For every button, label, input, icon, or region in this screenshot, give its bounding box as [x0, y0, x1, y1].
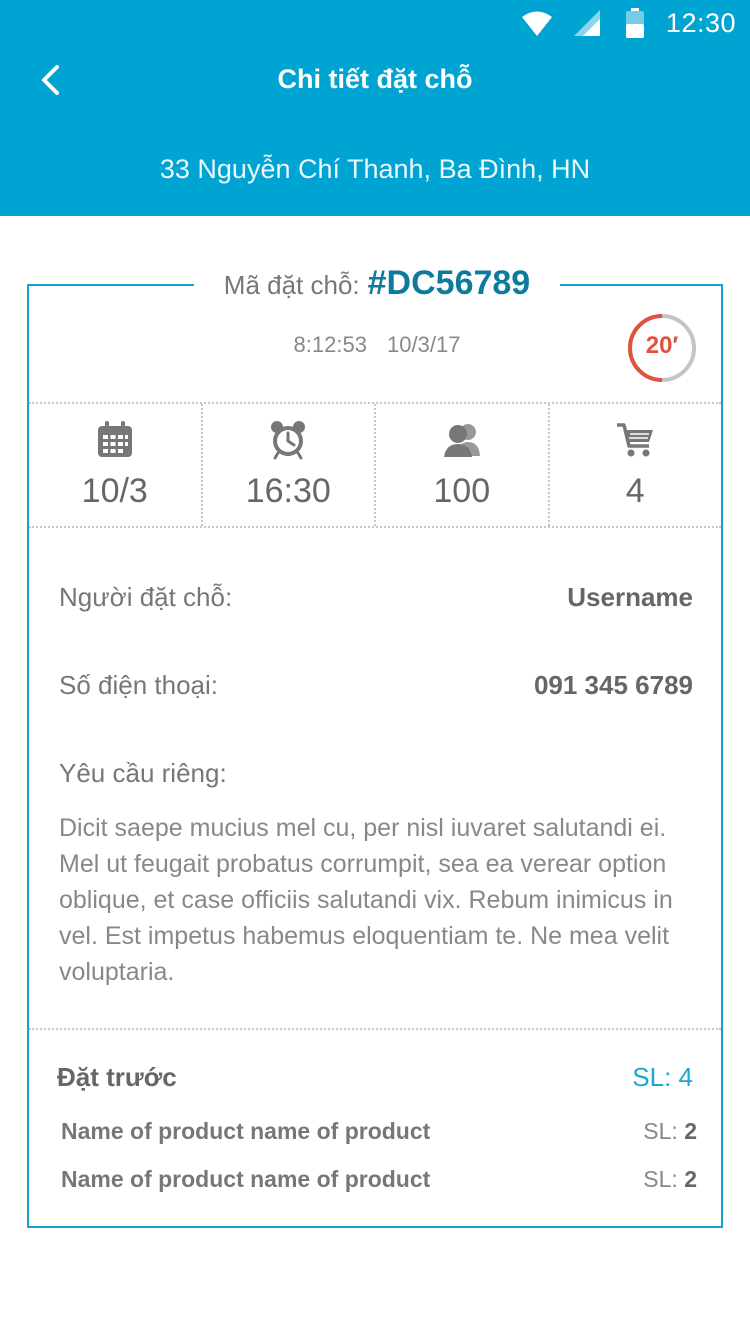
address-text: 33 Nguyễn Chí Thanh, Ba Đình, HN — [159, 154, 591, 184]
booker-label: Người đặt chỗ: — [59, 582, 233, 612]
booking-code-label: Mã đặt chỗ: — [223, 270, 360, 300]
alarm-clock-icon — [268, 420, 308, 460]
preorder-item: Name of product name of product SL: 2 — [61, 1118, 697, 1148]
divider — [29, 1028, 721, 1030]
stat-value: 10/3 — [81, 472, 148, 510]
booking-stats: 10/3 16:30 100 4 — [29, 402, 721, 528]
preorder-title: Đặt trước — [57, 1062, 177, 1092]
stat-value: 100 — [433, 472, 491, 510]
booker-value: Username — [567, 582, 693, 612]
product-qty: SL: 2 — [643, 1166, 697, 1192]
booking-code: Mã đặt chỗ: #DC56789 — [194, 264, 560, 304]
battery-icon — [625, 8, 644, 38]
timer-label: 20′ — [645, 332, 679, 359]
stat-date: 10/3 — [29, 404, 201, 526]
product-name: Name of product name of product — [61, 1166, 431, 1192]
booking-timestamp: 8:12:53 10/3/17 — [293, 332, 461, 357]
phone-label: Số điện thoại: — [59, 670, 219, 700]
stat-guests: 100 — [374, 404, 548, 526]
stat-time: 16:30 — [200, 404, 375, 526]
product-qty: SL: 2 — [643, 1118, 697, 1144]
signal-icon — [573, 10, 600, 36]
note-label: Yêu cầu riêng: — [59, 758, 227, 788]
users-icon — [442, 420, 482, 460]
booking-code-value: #DC56789 — [367, 264, 531, 302]
product-name: Name of product name of product — [61, 1118, 431, 1144]
stat-cart: 4 — [547, 404, 722, 526]
booking-card: Mã đặt chỗ: #DC56789 8:12:53 10/3/17 20′ — [27, 264, 723, 1228]
countdown-timer: 20′ — [626, 312, 698, 384]
calendar-icon — [95, 420, 135, 460]
note-text: Dicit saepe mucius mel cu, per nisl iuva… — [59, 814, 673, 986]
cart-icon — [615, 420, 655, 460]
preorder-total: SL: 4 — [632, 1062, 693, 1092]
wifi-icon — [521, 10, 552, 36]
status-bar: 12:30 — [0, 0, 750, 44]
status-time: 12:30 — [665, 7, 736, 38]
page-title: Chi tiết đặt chỗ — [277, 64, 473, 94]
stat-value: 4 — [625, 472, 645, 510]
stat-value: 16:30 — [245, 472, 331, 510]
phone-value[interactable]: 091 345 6789 — [534, 670, 693, 701]
preorder-item: Name of product name of product SL: 2 — [61, 1166, 697, 1196]
app-header: 12:30 Chi tiết đặt chỗ 33 Nguyễn Chí Tha… — [0, 0, 750, 216]
